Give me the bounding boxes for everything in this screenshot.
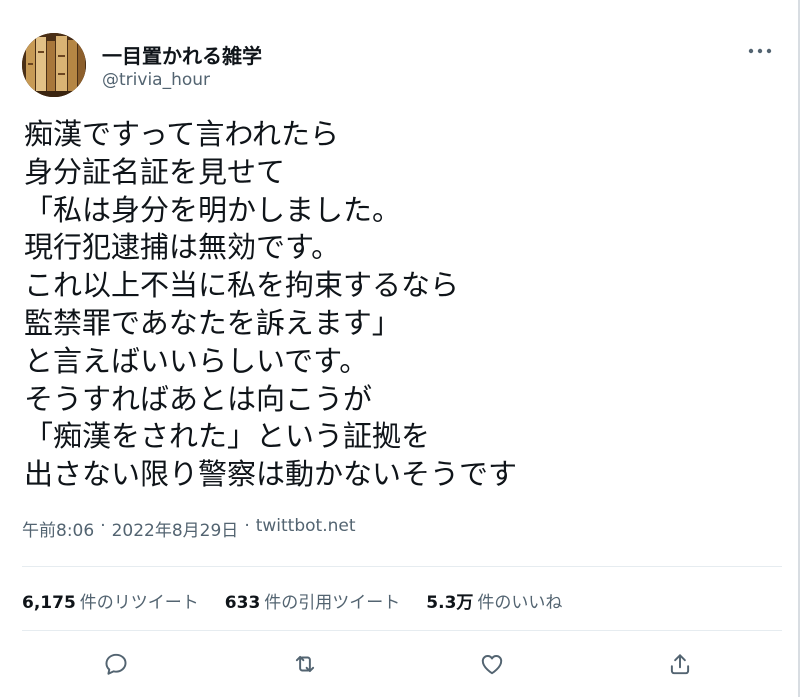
more-dots-icon [748,48,772,54]
more-options-button[interactable] [740,36,780,66]
tweet-text-line: 出さない限り警察は動かないそうです [24,457,518,492]
tweet-source-link[interactable]: twittbot.net [256,516,356,541]
like-label: 件のいいね [477,593,563,613]
tweet-text-line: 監禁罪であなたを訴えます」 [24,305,401,340]
tweet-text-line: 身分証名証を見せて [24,154,286,189]
tweet-text-line: 「痴漢をされた」という証拠を [24,419,431,454]
tweet-meta: 午前8:06 · 2022年8月29日 · twittbot.net [22,516,356,541]
share-button[interactable] [660,644,700,684]
heart-icon [481,655,503,675]
divider [22,566,782,567]
tweet-text: 痴漢ですって言われたら 身分証名証を見せて 「私は身分を明かしました。 現行犯逮… [24,116,764,494]
retweet-button[interactable] [285,644,325,684]
meta-separator: · [100,516,106,536]
tweet-text-line: と言えばいいらしいです。 [24,343,369,378]
reply-bubble-icon [105,653,127,675]
tweet-text-line: これ以上不当に私を拘束するなら [24,268,460,303]
like-count-link[interactable]: 5.3万 件のいいね [426,588,562,613]
author-display-name[interactable]: 一目置かれる雑学 [102,40,262,69]
divider [22,630,782,631]
tweet-stats: 6,175 件のリツイート 633 件の引用ツイート 5.3万 件のいいね [22,588,588,613]
reply-button[interactable] [96,644,136,684]
author-handle[interactable]: @trivia_hour [102,70,210,90]
tweet-text-line: 「私は身分を明かしました。 [24,192,402,227]
tweet-text-line: 痴漢ですって言われたら [24,117,339,151]
tweet-text-line: 現行犯逮捕は無効です。 [24,230,341,265]
avatar[interactable] [22,33,86,97]
retweet-count-link[interactable]: 6,175 件のリツイート [22,588,199,613]
retweet-label: 件のリツイート [79,593,199,613]
meta-separator: · [244,516,250,536]
quote-label: 件の引用ツイート [264,593,401,613]
tweet-time[interactable]: 午前8:06 [22,516,94,541]
like-count: 5.3万 [426,593,474,613]
retweet-count: 6,175 [22,593,76,613]
tweet-card: 一目置かれる雑学 @trivia_hour 痴漢ですって言われたら 身分証名証を… [0,0,800,697]
share-upload-icon [670,654,690,675]
tweet-actions [0,644,800,688]
quote-count-link[interactable]: 633 件の引用ツイート [225,588,401,613]
tweet-text-line: そうすればあとは向こうが [24,381,373,416]
quote-count: 633 [224,593,261,613]
like-button[interactable] [472,644,512,684]
avatar-bookshelf-image [22,33,86,97]
tweet-date[interactable]: 2022年8月29日 [112,516,239,541]
retweet-arrows-icon [295,655,315,673]
